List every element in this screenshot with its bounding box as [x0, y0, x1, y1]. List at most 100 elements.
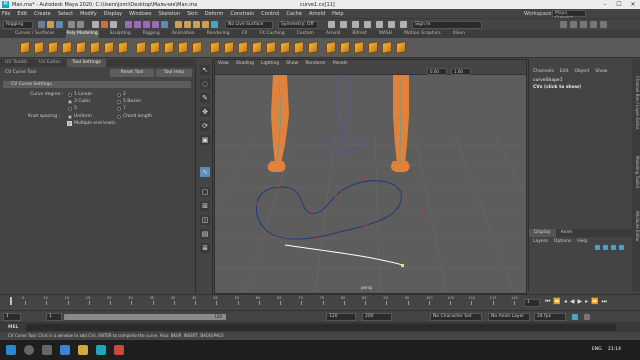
menu-cache[interactable]: Cache	[286, 11, 302, 17]
layer-tab-display[interactable]: Display	[529, 229, 556, 237]
active-curve[interactable]	[284, 244, 404, 266]
panel-toggle-icon-2[interactable]	[570, 21, 577, 28]
step-back-icon[interactable]: ◂	[564, 298, 567, 306]
menu-windows[interactable]: Windows	[129, 11, 151, 17]
go-to-start-icon[interactable]: ⏮	[545, 298, 550, 306]
shelf-tab-rendering[interactable]: Rendering	[206, 30, 231, 38]
panel-toggle-icon-1[interactable]	[560, 21, 567, 28]
degree-3-radio[interactable]	[68, 99, 72, 104]
play-forward-icon[interactable]: ▶	[578, 298, 583, 306]
mirror-icon[interactable]	[164, 41, 174, 54]
windows-start-icon[interactable]	[6, 345, 16, 355]
degree-bezier-radio[interactable]	[117, 99, 121, 104]
merge-icon[interactable]	[326, 41, 336, 54]
character-set-dropdown[interactable]: No Character Set	[430, 313, 482, 321]
minimize-button[interactable]: –	[598, 0, 612, 9]
platonic-solid-icon[interactable]	[118, 41, 128, 54]
shelf-tab-poly-modeling[interactable]: Poly Modeling	[65, 30, 99, 38]
boolean-icon[interactable]	[192, 41, 202, 54]
shelf-tab-sculpting[interactable]: Sculpting	[109, 30, 132, 38]
select-by-component-icon[interactable]	[110, 21, 117, 28]
step-forward-icon[interactable]: ▸	[585, 298, 588, 306]
shelf-tab-bifrost[interactable]: Bifrost	[351, 30, 368, 38]
smooth-icon[interactable]	[178, 41, 188, 54]
cv-curve-settings-header[interactable]: CV Curve Settings	[3, 81, 191, 88]
layer-up-icon[interactable]	[611, 245, 616, 250]
layer-menu-options[interactable]: Options	[554, 239, 571, 244]
shelf-tab-xgen[interactable]: XGen	[452, 30, 466, 38]
current-time-marker[interactable]	[10, 297, 12, 305]
shelf-tab-fx-caching[interactable]: FX Caching	[258, 30, 285, 38]
maya-taskbar-icon[interactable]	[96, 345, 106, 355]
rig-control[interactable]	[326, 75, 364, 154]
shelf-tab-fx[interactable]: FX	[241, 30, 249, 38]
task-view-icon[interactable]	[42, 345, 52, 355]
language-indicator[interactable]: ENG	[592, 347, 602, 352]
range-slider-bar[interactable]: 120	[64, 314, 226, 320]
fps-dropdown[interactable]: 24 fps	[534, 313, 566, 321]
multi-cut-icon[interactable]	[294, 41, 304, 54]
render-icon[interactable]	[184, 21, 191, 28]
collapse-icon[interactable]	[340, 41, 350, 54]
menu-file[interactable]: File	[2, 11, 10, 17]
graph-icon[interactable]	[340, 21, 347, 28]
menu-select[interactable]: Select	[58, 11, 73, 17]
degree-1-radio[interactable]	[68, 92, 72, 97]
open-scene-icon[interactable]	[47, 21, 54, 28]
layout-single-icon[interactable]: ▢	[200, 187, 210, 197]
shelf-tab-mash[interactable]: MASH	[378, 30, 393, 38]
menu-arnold[interactable]: Arnold	[309, 11, 325, 17]
range-start-field[interactable]: 1	[46, 313, 62, 321]
select-by-object-icon[interactable]	[101, 21, 108, 28]
poly-cylinder-icon[interactable]	[48, 41, 58, 54]
layer-menu-help[interactable]: Help	[577, 239, 587, 244]
render-settings-icon[interactable]	[202, 21, 209, 28]
redo-icon[interactable]	[77, 21, 84, 28]
mel-input[interactable]	[26, 324, 616, 331]
symmetry-dropdown[interactable]: Symmetry: Off	[278, 21, 318, 29]
snap-point-icon[interactable]	[143, 21, 150, 28]
select-tool-icon[interactable]: ↖	[200, 65, 210, 75]
menu-skin[interactable]: Skin	[187, 11, 198, 17]
gamma-field[interactable]: 1.00	[451, 68, 471, 75]
side-tab-channel-box[interactable]: Channel Box / Layer Editor	[632, 63, 640, 143]
maximize-button[interactable]: ☐	[612, 0, 626, 9]
cb-menu-channels[interactable]: Channels	[533, 69, 554, 74]
menu-display[interactable]: Display	[104, 11, 122, 17]
menu-constrain[interactable]: Constrain	[230, 11, 254, 17]
poly-torus-icon[interactable]	[76, 41, 86, 54]
start-frame-field[interactable]: 1	[3, 313, 21, 321]
select-by-hierarchy-icon[interactable]	[92, 21, 99, 28]
playback-end-field[interactable]: 200	[362, 313, 392, 321]
paint-select-icon[interactable]: ✎	[200, 93, 210, 103]
degree-5-radio[interactable]	[68, 106, 72, 111]
selected-cv[interactable]	[401, 264, 404, 267]
ipr-render-icon[interactable]	[193, 21, 200, 28]
outliner-icon[interactable]: ≣	[200, 243, 210, 253]
snap-grid-icon[interactable]	[125, 21, 132, 28]
tab-uv-toolkit[interactable]: UV Toolkit	[0, 59, 32, 67]
tool-help-button[interactable]: Tool Help	[156, 69, 192, 77]
move-tool-icon[interactable]: ✥	[200, 107, 210, 117]
shelf-tab-curves-surfaces[interactable]: Curves / Surfaces	[14, 30, 56, 38]
edge-icon[interactable]	[60, 345, 70, 355]
new-layer-icon[interactable]	[595, 245, 600, 250]
knot-chord-length-radio[interactable]	[117, 114, 121, 119]
menu-set-dropdown[interactable]: Rigging	[3, 21, 33, 29]
shelf-tab-arnold[interactable]: Arnold	[325, 30, 342, 38]
viewport-menu-shading[interactable]: Shading	[236, 60, 254, 68]
menu-create[interactable]: Create	[34, 11, 51, 17]
hypershade-icon[interactable]	[211, 21, 218, 28]
exposure-field[interactable]: 0.00	[427, 68, 447, 75]
combine-icon[interactable]	[136, 41, 146, 54]
knot-uniform-radio[interactable]	[68, 114, 72, 119]
menu-edit[interactable]: Edit	[17, 11, 27, 17]
layer-tab-anim[interactable]: Anim	[556, 229, 578, 237]
history-icon[interactable]	[175, 21, 182, 28]
character-model[interactable]	[267, 75, 410, 173]
layer-menu-layers[interactable]: Layers	[533, 239, 548, 244]
paint-icon[interactable]	[352, 21, 359, 28]
poly-cone-icon[interactable]	[62, 41, 72, 54]
viewport-menu-view[interactable]: View	[218, 60, 229, 68]
workspace-dropdown[interactable]: Maya Classic*	[552, 10, 586, 21]
